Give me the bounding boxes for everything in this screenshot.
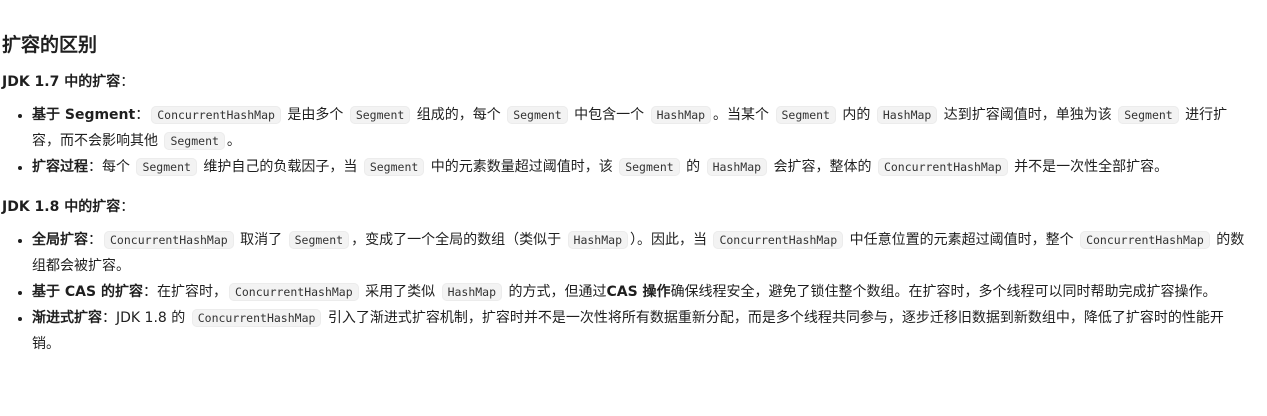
- jdk17-title: JDK 1.7 中的扩容：: [2, 74, 135, 90]
- inline-code: ConcurrentHashMap: [228, 283, 359, 301]
- list-item-resize-process: 扩容过程：每个 Segment 维护自己的负载因子，当 Segment 中的元素…: [32, 154, 1247, 180]
- document: 扩容的区别 JDK 1.7 中的扩容： 基于 Segment：Concurren…: [0, 0, 1267, 357]
- inline-code: ConcurrentHashMap: [104, 231, 234, 249]
- inline-code: HashMap: [876, 106, 938, 124]
- list-item-incremental-resize: 渐进式扩容：JDK 1.8 的 ConcurrentHashMap 引入了渐进式…: [32, 305, 1247, 357]
- inline-code: ConcurrentHashMap: [191, 309, 322, 327]
- inline-code: HashMap: [650, 106, 712, 124]
- inline-code: Segment: [363, 158, 425, 176]
- list-item-cas-resize: 基于 CAS 的扩容：在扩容时，ConcurrentHashMap 采用了类似 …: [32, 279, 1247, 305]
- list-item-segment-based: 基于 Segment：ConcurrentHashMap 是由多个 Segmen…: [32, 102, 1247, 154]
- list-item-global-resize: 全局扩容：ConcurrentHashMap 取消了 Segment，变成了一个…: [32, 227, 1247, 279]
- inline-code: HashMap: [567, 231, 628, 249]
- jdk17-list: 基于 Segment：ConcurrentHashMap 是由多个 Segmen…: [2, 102, 1247, 180]
- inline-code: HashMap: [441, 283, 503, 301]
- jdk18-list: 全局扩容：ConcurrentHashMap 取消了 Segment，变成了一个…: [2, 227, 1247, 357]
- inline-code: Segment: [507, 106, 568, 124]
- jdk18-title: JDK 1.8 中的扩容：: [2, 199, 135, 215]
- inline-code: ConcurrentHashMap: [151, 106, 281, 124]
- inline-code: ConcurrentHashMap: [877, 158, 1008, 176]
- inline-code: Segment: [1118, 106, 1179, 124]
- inline-code: Segment: [136, 158, 197, 176]
- inline-code: Segment: [288, 231, 350, 249]
- inline-code: Segment: [775, 106, 836, 124]
- inline-code: Segment: [164, 132, 225, 150]
- section-heading: 扩容的区别: [2, 34, 98, 56]
- inline-code: Segment: [619, 158, 680, 176]
- inline-code: HashMap: [706, 158, 768, 176]
- inline-code: ConcurrentHashMap: [1080, 231, 1210, 249]
- inline-code: ConcurrentHashMap: [713, 231, 844, 249]
- inline-code: Segment: [349, 106, 411, 124]
